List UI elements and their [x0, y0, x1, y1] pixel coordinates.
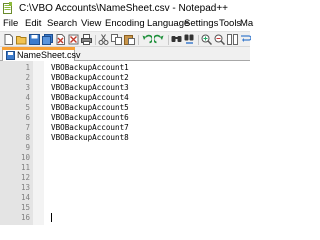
close-icon[interactable] [55, 34, 66, 45]
line-number: 5 [25, 103, 30, 112]
line-number: 8 [25, 133, 30, 142]
save-all-icon[interactable] [42, 34, 53, 45]
line-number: 4 [25, 93, 30, 102]
menu-tools[interactable]: Tools [219, 18, 241, 30]
line-number: 12 [20, 173, 30, 182]
line-number: 2 [25, 73, 30, 82]
line-number: 10 [20, 153, 30, 162]
text-caret [51, 213, 52, 222]
tab-namesheet-csv[interactable]: NameSheet.csv [2, 47, 81, 61]
code-line[interactable]: VBOBackupAccount3 [51, 83, 129, 93]
notepadpp-app-icon [3, 2, 12, 14]
title-bar: C:\VBO Accounts\NameSheet.csv - Notepad+… [0, 0, 250, 17]
line-number-gutter: 1 2 3 4 5 6 7 8 9 10 11 12 13 14 15 16 [0, 61, 33, 225]
code-line[interactable]: VBOBackupAccount4 [51, 93, 129, 103]
menu-view[interactable]: View [81, 18, 101, 30]
menu-search[interactable]: Search [47, 18, 77, 30]
toolbar-separator [138, 35, 139, 45]
code-line[interactable]: VBOBackupAccount5 [51, 103, 129, 113]
line-number: 14 [20, 193, 30, 202]
find-icon[interactable] [171, 34, 182, 45]
zoom-out-icon[interactable] [214, 34, 225, 45]
editor[interactable]: 1 2 3 4 5 6 7 8 9 10 11 12 13 14 15 16 V… [0, 61, 250, 225]
line-number: 16 [20, 213, 30, 222]
menu-bar: File Edit Search View Encoding Language … [0, 17, 253, 31]
cut-icon[interactable] [98, 34, 109, 45]
toolbar-separator [198, 35, 199, 45]
toolbar [0, 31, 251, 47]
zoom-in-icon[interactable] [201, 34, 212, 45]
undo-icon[interactable] [141, 34, 152, 45]
menu-macro[interactable]: Ma [240, 18, 253, 30]
code-line[interactable]: VBOBackupAccount8 [51, 133, 129, 143]
tab-strip: NameSheet.csv [0, 47, 250, 61]
toolbar-separator [95, 35, 96, 45]
menu-language[interactable]: Language [147, 18, 189, 30]
redo-icon[interactable] [154, 34, 165, 45]
close-all-icon[interactable] [68, 34, 79, 45]
menu-edit[interactable]: Edit [25, 18, 41, 30]
code-line[interactable]: VBOBackupAccount7 [51, 123, 129, 133]
line-number: 1 [25, 63, 30, 72]
fold-margin [33, 61, 44, 225]
line-number: 6 [25, 113, 30, 122]
tab-label: NameSheet.csv [17, 50, 81, 60]
line-number: 11 [20, 163, 30, 172]
paste-icon[interactable] [124, 34, 135, 45]
print-icon[interactable] [81, 34, 92, 45]
code-line[interactable]: VBOBackupAccount1 [51, 63, 129, 73]
open-icon[interactable] [16, 34, 27, 45]
wrap-icon[interactable] [240, 34, 251, 45]
toolbar-separator [168, 35, 169, 45]
code-line[interactable]: VBOBackupAccount6 [51, 113, 129, 123]
menu-encoding[interactable]: Encoding [105, 18, 145, 30]
line-number: 15 [20, 203, 30, 212]
replace-icon[interactable] [184, 34, 195, 45]
saved-file-icon [6, 51, 15, 60]
sync-scroll-icon[interactable] [227, 34, 238, 45]
line-number: 13 [20, 183, 30, 192]
new-icon[interactable] [3, 34, 14, 45]
code-line[interactable]: VBOBackupAccount2 [51, 73, 129, 83]
window-title: C:\VBO Accounts\NameSheet.csv - Notepad+… [19, 3, 228, 14]
save-icon[interactable] [29, 34, 40, 45]
menu-settings[interactable]: Settings [184, 18, 218, 30]
line-number: 7 [25, 123, 30, 132]
menu-file[interactable]: File [3, 18, 18, 30]
copy-icon[interactable] [111, 34, 122, 45]
line-number: 9 [25, 143, 30, 152]
line-number: 3 [25, 83, 30, 92]
